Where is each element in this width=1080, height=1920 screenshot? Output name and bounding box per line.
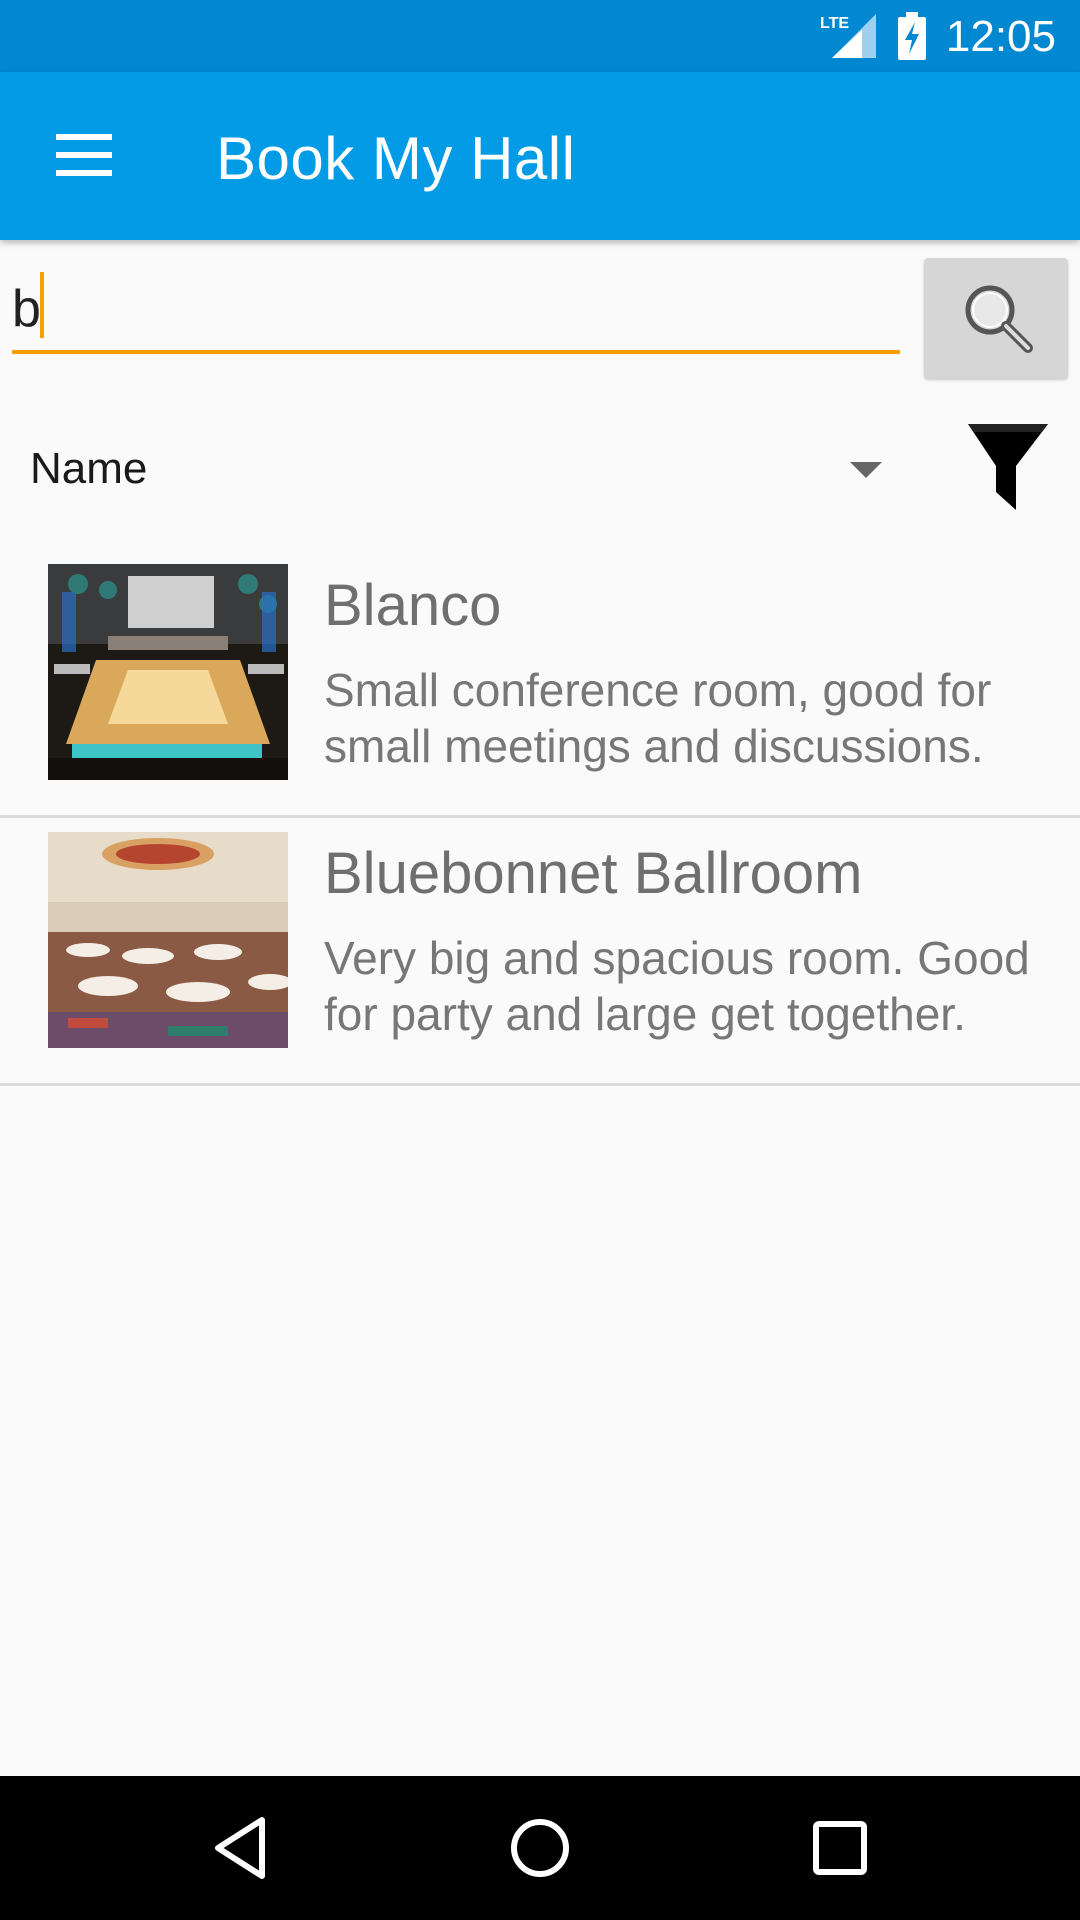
back-icon[interactable]	[204, 1812, 276, 1884]
hamburger-menu-icon[interactable]	[48, 124, 120, 188]
hall-list: Blanco Small conference room, good for s…	[0, 550, 1080, 1086]
app-title: Book My Hall	[216, 125, 576, 192]
filter-icon[interactable]	[968, 424, 1048, 510]
list-item[interactable]: Bluebonnet Ballroom Very big and spaciou…	[0, 818, 1080, 1086]
search-icon	[965, 285, 1033, 353]
battery-charging-icon	[898, 12, 926, 60]
lte-signal-icon: LTE	[820, 14, 876, 58]
hall-name: Blanco	[324, 573, 502, 638]
clock: 12:05	[945, 12, 1056, 61]
sort-dropdown[interactable]: Name	[0, 420, 900, 520]
hall-thumbnail	[48, 832, 288, 1048]
hall-name: Bluebonnet Ballroom	[324, 841, 863, 906]
status-bar: LTE 12:05	[0, 0, 1080, 72]
hall-description: Very big and spacious room. Good for par…	[324, 932, 1030, 1040]
dropdown-arrow-icon	[850, 462, 882, 478]
home-icon[interactable]	[504, 1812, 576, 1884]
hall-description: Small conference room, good for small me…	[324, 664, 992, 772]
search-input[interactable]	[12, 268, 900, 354]
sort-selected-value: Name	[30, 444, 148, 493]
recents-icon[interactable]	[804, 1812, 876, 1884]
hall-thumbnail	[48, 564, 288, 780]
svg-text:LTE: LTE	[820, 15, 849, 32]
system-nav-bar	[0, 1776, 1080, 1920]
app-bar: Book My Hall	[0, 72, 1080, 240]
text-cursor	[40, 272, 44, 338]
list-item[interactable]: Blanco Small conference room, good for s…	[0, 550, 1080, 818]
search-button[interactable]	[924, 258, 1068, 378]
